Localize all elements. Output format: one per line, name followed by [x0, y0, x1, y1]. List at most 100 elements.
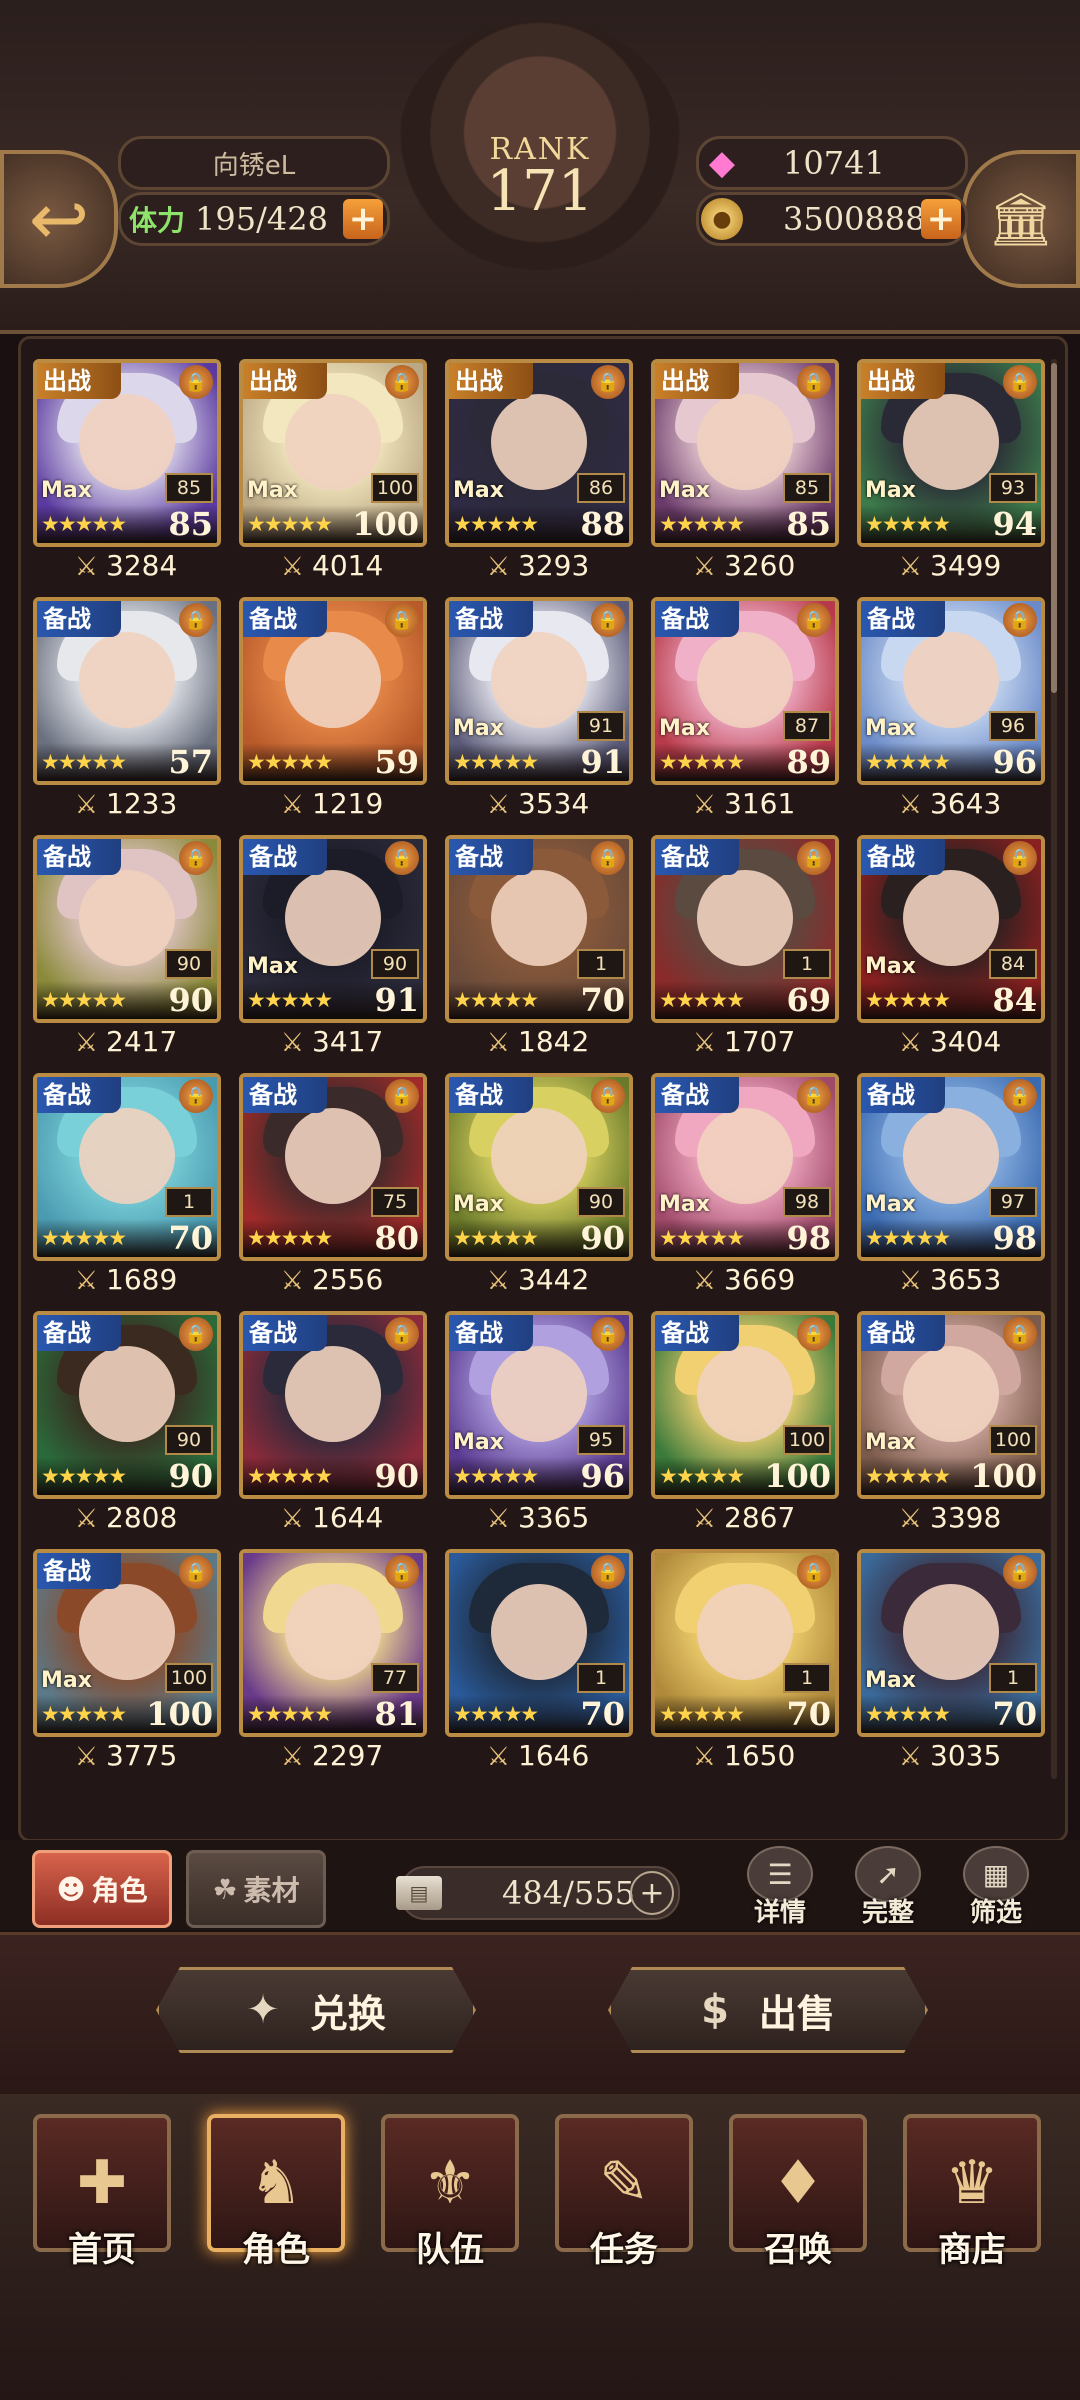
- lock-icon[interactable]: 🔒: [179, 841, 213, 875]
- character-portrait[interactable]: 备战 🔒 Max 90 ★★★★★ 91: [239, 835, 427, 1023]
- character-portrait[interactable]: 备战 🔒 ★★★★★ 59: [239, 597, 427, 785]
- lock-icon[interactable]: 🔒: [179, 365, 213, 399]
- character-portrait[interactable]: 备战 🔒 90 ★★★★★ 90: [33, 1311, 221, 1499]
- lock-icon[interactable]: 🔒: [179, 1079, 213, 1113]
- character-portrait[interactable]: 备战 🔒 1 ★★★★★ 69: [651, 835, 839, 1023]
- nav-item-character-book[interactable]: ♞ 角色: [206, 2114, 346, 2294]
- lock-icon[interactable]: 🔒: [591, 1079, 625, 1113]
- nav-item-team-shield[interactable]: ⚜ 队伍: [380, 2114, 520, 2294]
- character-card[interactable]: 备战 🔒 Max 87 ★★★★★ 89 ⚔ 3161: [651, 597, 839, 833]
- lock-icon[interactable]: 🔒: [385, 1079, 419, 1113]
- character-card[interactable]: 备战 🔒 Max 95 ★★★★★ 96 ⚔ 3365: [445, 1311, 633, 1547]
- lock-icon[interactable]: 🔒: [591, 841, 625, 875]
- character-portrait[interactable]: 备战 🔒 Max 95 ★★★★★ 96: [445, 1311, 633, 1499]
- lock-icon[interactable]: 🔒: [797, 841, 831, 875]
- lock-icon[interactable]: 🔒: [797, 1317, 831, 1351]
- lock-icon[interactable]: 🔒: [797, 603, 831, 637]
- character-portrait[interactable]: 备战 🔒 Max 90 ★★★★★ 90: [445, 1073, 633, 1261]
- lock-icon[interactable]: 🔒: [179, 603, 213, 637]
- filter-button[interactable]: ▦ 筛选: [960, 1846, 1032, 1928]
- lock-icon[interactable]: 🔒: [385, 841, 419, 875]
- character-portrait[interactable]: 备战 🔒 Max 100 ★★★★★ 100: [857, 1311, 1045, 1499]
- character-card[interactable]: 出战 🔒 Max 100 ★★★★★ 100 ⚔ 4014: [239, 359, 427, 595]
- character-portrait[interactable]: 备战 🔒 ★★★★★ 90: [239, 1311, 427, 1499]
- character-card[interactable]: 备战 🔒 Max 97 ★★★★★ 98 ⚔ 3653: [857, 1073, 1045, 1309]
- character-portrait[interactable]: 备战 🔒 1 ★★★★★ 70: [445, 835, 633, 1023]
- character-portrait[interactable]: 出战 🔒 Max 85 ★★★★★ 85: [33, 359, 221, 547]
- add-stamina-button[interactable]: +: [343, 199, 383, 239]
- character-card[interactable]: 备战 🔒 Max 100 ★★★★★ 100 ⚔ 3398: [857, 1311, 1045, 1547]
- character-portrait[interactable]: 备战 🔒 Max 91 ★★★★★ 91: [445, 597, 633, 785]
- character-card[interactable]: 出战 🔒 Max 86 ★★★★★ 88 ⚔ 3293: [445, 359, 633, 595]
- lock-icon[interactable]: 🔒: [385, 1555, 419, 1589]
- add-gold-button[interactable]: +: [921, 199, 961, 239]
- character-card[interactable]: 备战 🔒 1 ★★★★★ 70 ⚔ 1689: [33, 1073, 221, 1309]
- character-portrait[interactable]: 备战 🔒 Max 96 ★★★★★ 96: [857, 597, 1045, 785]
- character-card[interactable]: 备战 🔒 Max 90 ★★★★★ 91 ⚔ 3417: [239, 835, 427, 1071]
- character-card[interactable]: 备战 🔒 1 ★★★★★ 70 ⚔ 1842: [445, 835, 633, 1071]
- tab-characters[interactable]: ☻ 角色: [32, 1850, 172, 1928]
- lock-icon[interactable]: 🔒: [1003, 1317, 1037, 1351]
- character-portrait[interactable]: 备战 🔒 90 ★★★★★ 90: [33, 835, 221, 1023]
- character-list-panel[interactable]: 出战 🔒 Max 85 ★★★★★ 85 ⚔ 3284 出战 🔒 Max 100 ★★★★★ 100 ⚔ 40…: [18, 336, 1068, 1842]
- back-button[interactable]: ↩: [0, 150, 118, 288]
- lock-icon[interactable]: 🔒: [591, 365, 625, 399]
- lock-icon[interactable]: 🔒: [1003, 1079, 1037, 1113]
- character-portrait[interactable]: 备战 🔒 Max 98 ★★★★★ 98: [651, 1073, 839, 1261]
- character-portrait[interactable]: 出战 🔒 Max 93 ★★★★★ 94: [857, 359, 1045, 547]
- lock-icon[interactable]: 🔒: [797, 1555, 831, 1589]
- character-card[interactable]: 🔒 77 ★★★★★ 81 ⚔ 2297: [239, 1549, 427, 1785]
- lock-icon[interactable]: 🔒: [1003, 841, 1037, 875]
- character-portrait[interactable]: 备战 🔒 Max 87 ★★★★★ 89: [651, 597, 839, 785]
- lock-icon[interactable]: 🔒: [797, 365, 831, 399]
- lock-icon[interactable]: 🔒: [179, 1555, 213, 1589]
- character-card[interactable]: 出战 🔒 Max 93 ★★★★★ 94 ⚔ 3499: [857, 359, 1045, 595]
- lock-icon[interactable]: 🔒: [797, 1079, 831, 1113]
- character-portrait[interactable]: 备战 🔒 ★★★★★ 57: [33, 597, 221, 785]
- character-portrait[interactable]: 备战 🔒 75 ★★★★★ 80: [239, 1073, 427, 1261]
- character-card[interactable]: 备战 🔒 ★★★★★ 57 ⚔ 1233: [33, 597, 221, 833]
- lock-icon[interactable]: 🔒: [1003, 603, 1037, 637]
- character-portrait[interactable]: 备战 🔒 Max 84 ★★★★★ 84: [857, 835, 1045, 1023]
- character-card[interactable]: 备战 🔒 Max 90 ★★★★★ 90 ⚔ 3442: [445, 1073, 633, 1309]
- scrollbar-thumb[interactable]: [1051, 363, 1057, 693]
- character-card[interactable]: 出战 🔒 Max 85 ★★★★★ 85 ⚔ 3260: [651, 359, 839, 595]
- character-portrait[interactable]: 🔒 77 ★★★★★ 81: [239, 1549, 427, 1737]
- character-card[interactable]: 备战 🔒 Max 96 ★★★★★ 96 ⚔ 3643: [857, 597, 1045, 833]
- character-portrait[interactable]: 🔒 Max 1 ★★★★★ 70: [857, 1549, 1045, 1737]
- character-card[interactable]: 备战 🔒 Max 84 ★★★★★ 84 ⚔ 3404: [857, 835, 1045, 1071]
- complete-button[interactable]: ➚ 完整: [852, 1846, 924, 1928]
- character-card[interactable]: 备战 🔒 75 ★★★★★ 80 ⚔ 2556: [239, 1073, 427, 1309]
- character-card[interactable]: 备战 🔒 ★★★★★ 90 ⚔ 1644: [239, 1311, 427, 1547]
- character-card[interactable]: 出战 🔒 Max 85 ★★★★★ 85 ⚔ 3284: [33, 359, 221, 595]
- character-portrait[interactable]: 备战 🔒 Max 97 ★★★★★ 98: [857, 1073, 1045, 1261]
- bank-button[interactable]: 🏛: [962, 150, 1080, 288]
- character-card[interactable]: 备战 🔒 90 ★★★★★ 90 ⚔ 2417: [33, 835, 221, 1071]
- character-portrait[interactable]: 🔒 1 ★★★★★ 70: [445, 1549, 633, 1737]
- lock-icon[interactable]: 🔒: [385, 365, 419, 399]
- lock-icon[interactable]: 🔒: [385, 603, 419, 637]
- nav-item-summon-card[interactable]: ♦ 召唤: [728, 2114, 868, 2294]
- tab-materials[interactable]: ☘ 素材: [186, 1850, 326, 1928]
- character-card[interactable]: 备战 🔒 Max 91 ★★★★★ 91 ⚔ 3534: [445, 597, 633, 833]
- expand-capacity-button[interactable]: +: [630, 1871, 674, 1915]
- character-card[interactable]: 🔒 Max 1 ★★★★★ 70 ⚔ 3035: [857, 1549, 1045, 1785]
- character-card[interactable]: 备战 🔒 Max 100 ★★★★★ 100 ⚔ 3775: [33, 1549, 221, 1785]
- character-card[interactable]: 🔒 1 ★★★★★ 70 ⚔ 1650: [651, 1549, 839, 1785]
- character-portrait[interactable]: 出战 🔒 Max 85 ★★★★★ 85: [651, 359, 839, 547]
- character-card[interactable]: 备战 🔒 90 ★★★★★ 90 ⚔ 2808: [33, 1311, 221, 1547]
- character-card[interactable]: 备战 🔒 Max 98 ★★★★★ 98 ⚔ 3669: [651, 1073, 839, 1309]
- character-card[interactable]: 备战 🔒 100 ★★★★★ 100 ⚔ 2867: [651, 1311, 839, 1547]
- character-portrait[interactable]: 出战 🔒 Max 100 ★★★★★ 100: [239, 359, 427, 547]
- detail-button[interactable]: ☰ 详情: [744, 1846, 816, 1928]
- character-portrait[interactable]: 备战 🔒 100 ★★★★★ 100: [651, 1311, 839, 1499]
- character-portrait[interactable]: 🔒 1 ★★★★★ 70: [651, 1549, 839, 1737]
- lock-icon[interactable]: 🔒: [591, 1317, 625, 1351]
- lock-icon[interactable]: 🔒: [1003, 365, 1037, 399]
- lock-icon[interactable]: 🔒: [385, 1317, 419, 1351]
- character-card[interactable]: 备战 🔒 ★★★★★ 59 ⚔ 1219: [239, 597, 427, 833]
- nav-item-home-banner[interactable]: ✚ 首页: [32, 2114, 172, 2294]
- character-portrait[interactable]: 出战 🔒 Max 86 ★★★★★ 88: [445, 359, 633, 547]
- character-card[interactable]: 备战 🔒 1 ★★★★★ 69 ⚔ 1707: [651, 835, 839, 1071]
- nav-item-quest-book[interactable]: ✎ 任务: [554, 2114, 694, 2294]
